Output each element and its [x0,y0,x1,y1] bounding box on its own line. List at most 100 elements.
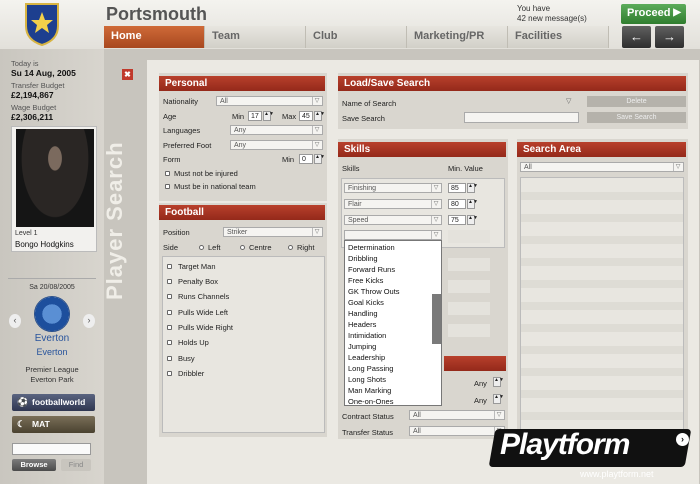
empty-row [448,302,490,315]
dropdown-option[interactable]: Dribbling [348,254,378,263]
skill-dropdown-list[interactable]: Determination Dribbling Forward Runs Fre… [344,240,442,406]
tab-team[interactable]: Team [205,26,306,48]
dropdown-option[interactable]: Handling [348,309,378,318]
age-min-label: Min [232,112,245,121]
form-min-stepper[interactable]: ▲▼ [314,154,325,164]
role-checkbox[interactable] [167,340,172,345]
position-select[interactable]: Striker ▽ [223,227,323,237]
role-label: Pulls Wide Left [178,308,229,317]
dropdown-option[interactable]: Leadership [348,353,385,362]
chevron-right-icon[interactable]: › [83,314,95,328]
age-label: Age [163,112,177,121]
dropdown-option[interactable]: Determination [348,243,395,252]
dropdown-option[interactable]: Man Marking [348,386,391,395]
search-area-select[interactable]: All ▽ [520,162,684,172]
position-label: Position [163,228,190,237]
side-centre-label: Centre [249,243,272,252]
moon-icon: ☾ [17,419,26,429]
skill-select-open[interactable]: ▽ [344,230,442,240]
chevron-left-icon[interactable]: ‹ [9,314,21,328]
dropdown-option[interactable]: Headers [348,320,376,329]
side-centre-radio[interactable] [240,245,245,250]
dropdown-option[interactable]: Jumping [348,342,376,351]
chevron-down-icon[interactable]: ▽ [566,97,571,105]
dropdown-scrollbar[interactable] [432,294,441,344]
filter-any-stepper[interactable]: ▲▼ [493,394,504,404]
footballworld-button[interactable]: ⚽ footballworld [12,394,95,411]
empty-row [448,258,490,271]
dropdown-option[interactable]: Forward Runs [348,265,395,274]
skill-min-input[interactable]: 75 [448,215,466,225]
languages-label: Languages [163,126,201,135]
contract-status-value: All [413,412,421,419]
footballworld-label: footballworld [32,397,86,407]
contract-status-select[interactable]: All ▽ [409,410,505,420]
role-checkbox[interactable] [167,310,172,315]
age-min-stepper[interactable]: ▲▼ [263,111,274,121]
side-right-radio[interactable] [288,245,293,250]
skill-min-stepper[interactable]: ▲▼ [467,215,478,225]
manager-card[interactable]: Level 1 Bongo Hodgkins [11,126,97,252]
mat-button[interactable]: ☾ MAT [12,416,95,433]
dropdown-option[interactable]: Intimidation [348,331,386,340]
age-min-input[interactable]: 17 [248,111,262,121]
dropdown-option[interactable]: Long Passing [348,364,393,373]
national-team-checkbox[interactable] [165,184,170,189]
find-button[interactable]: Find [61,459,91,471]
role-checkbox[interactable] [167,264,172,269]
tab-facilities[interactable]: Facilities [508,26,609,48]
forward-arrow-icon[interactable]: → [655,26,684,48]
skill-select[interactable]: Finishing ▽ [344,183,442,193]
delete-button[interactable]: Delete [587,96,686,107]
skill-min-stepper[interactable]: ▲▼ [467,199,478,209]
proceed-button[interactable]: Proceed ▶ [621,4,686,24]
dropdown-option[interactable]: GK Throw Outs [348,287,400,296]
role-label: Runs Channels [178,292,230,301]
contract-status-label: Contract Status [342,412,394,421]
tab-home[interactable]: Home [104,26,205,48]
opponent-subname: Everton [36,347,68,357]
browse-button[interactable]: Browse [12,459,56,471]
chevron-down-icon: ▽ [673,163,682,171]
not-injured-checkbox[interactable] [165,171,170,176]
dropdown-option[interactable]: Long Shots [348,375,386,384]
skill-min-input[interactable]: 80 [448,199,466,209]
skill-select[interactable]: Flair ▽ [344,199,442,209]
chevron-down-icon: ▽ [431,200,440,208]
skill-min-input[interactable]: 85 [448,183,466,193]
wage-budget-value: £2,306,211 [11,112,54,122]
messages-notice[interactable]: You have 42 new message(s) [517,4,587,24]
save-search-input[interactable] [464,112,579,123]
languages-select[interactable]: Any ▽ [230,125,323,135]
watermark-url: www.playtform.net [580,469,654,479]
skill-select[interactable]: Speed ▽ [344,215,442,225]
role-checkbox[interactable] [167,325,172,330]
back-arrow-icon[interactable]: ← [622,26,651,48]
dropdown-option[interactable]: One-on-Ones [348,397,393,406]
close-icon[interactable]: ✖ [122,69,133,80]
browse-input[interactable] [12,443,91,455]
filter-any-value: Any [474,379,487,388]
tab-marketing[interactable]: Marketing/PR [407,26,508,48]
form-min-label: Min [282,155,295,164]
form-label: Form [163,155,181,164]
watermark-arrow-icon: › [676,433,689,446]
preferred-foot-select[interactable]: Any ▽ [230,140,323,150]
side-left-radio[interactable] [199,245,204,250]
role-checkbox[interactable] [167,371,172,376]
skill-min-stepper[interactable]: ▲▼ [467,183,478,193]
nationality-select[interactable]: All ▽ [216,96,323,106]
filter-any-stepper[interactable]: ▲▼ [493,377,504,387]
role-checkbox[interactable] [167,279,172,284]
wage-budget-label: Wage Budget [11,103,57,112]
age-max-input[interactable]: 45 [299,111,313,121]
age-max-stepper[interactable]: ▲▼ [314,111,325,121]
form-min-input[interactable]: 0 [299,154,313,164]
dropdown-option[interactable]: Goal Kicks [348,298,384,307]
role-checkbox[interactable] [167,356,172,361]
role-checkbox[interactable] [167,294,172,299]
save-search-button[interactable]: Save Search [587,112,686,123]
filters-header [444,356,506,371]
dropdown-option[interactable]: Free Kicks [348,276,383,285]
tab-club[interactable]: Club [306,26,407,48]
